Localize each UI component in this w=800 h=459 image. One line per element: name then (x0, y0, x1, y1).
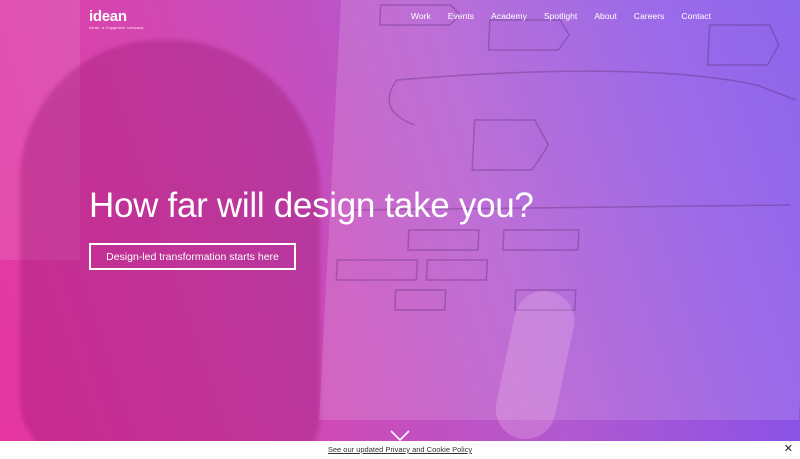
nav-item-spotlight[interactable]: Spotlight (544, 11, 577, 21)
cookie-banner: See our updated Privacy and Cookie Polic… (0, 441, 800, 459)
nav-item-about[interactable]: About (594, 11, 616, 21)
hero-headline: How far will design take you? (89, 186, 534, 225)
privacy-policy-link[interactable]: See our updated Privacy and Cookie Polic… (0, 445, 800, 454)
nav-item-contact[interactable]: Contact (681, 11, 711, 21)
nav-item-work[interactable]: Work (411, 11, 431, 21)
idean-logo[interactable]: idean Idean, a Capgemini company (89, 9, 144, 30)
close-icon[interactable]: ✕ (784, 443, 793, 455)
logo-subtext: Idean, a Capgemini company (89, 25, 144, 30)
cta-button[interactable]: Design-led transformation starts here (89, 243, 296, 270)
background-person (20, 40, 320, 441)
nav-item-careers[interactable]: Careers (634, 11, 665, 21)
main-nav: Work Events Academy Spotlight About Care… (394, 11, 711, 21)
nav-item-events[interactable]: Events (448, 11, 474, 21)
nav-item-academy[interactable]: Academy (491, 11, 527, 21)
logo-wordmark: idean (89, 8, 127, 25)
